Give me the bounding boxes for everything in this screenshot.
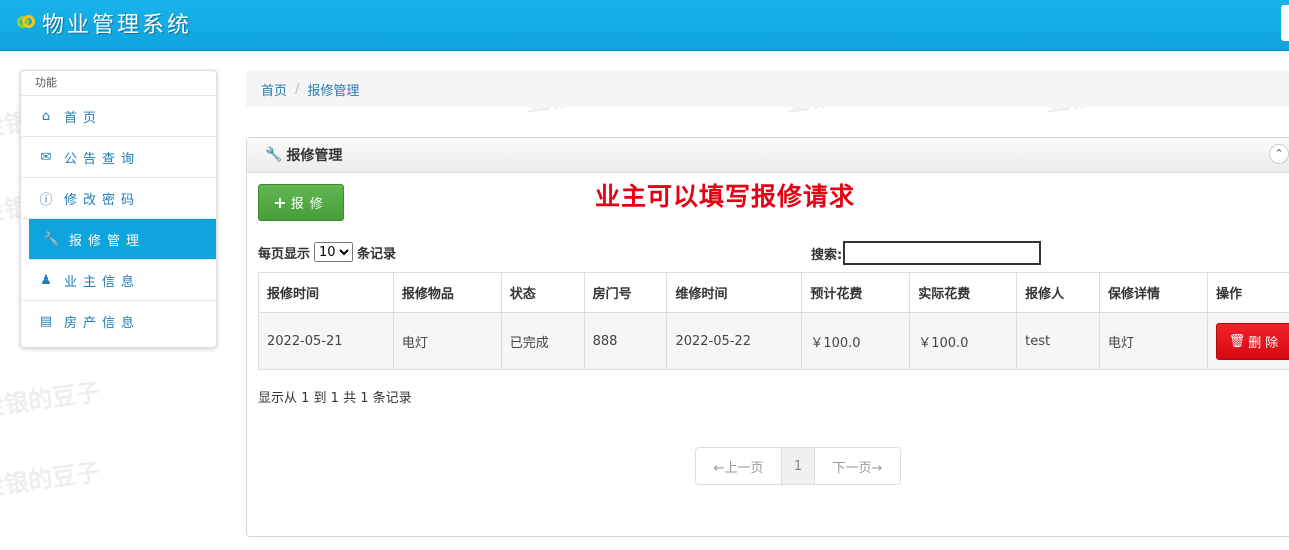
search-control: 搜索:: [811, 241, 1042, 265]
add-repair-label: 报修: [290, 197, 329, 212]
delete-label: 删除: [1248, 335, 1283, 351]
column-header[interactable]: 房门号: [583, 272, 668, 313]
sidebar-item-property-info[interactable]: ▤ 房产信息: [22, 301, 215, 342]
page-length-prefix: 每页显示: [258, 246, 311, 262]
info-icon: ⓘ: [39, 192, 53, 208]
sidebar-item-label: 业主信息: [64, 274, 141, 290]
sidebar-item-label: 公告查询: [64, 151, 141, 167]
sidebar-item-change-password[interactable]: ⓘ 修改密码: [22, 178, 215, 219]
breadcrumb-home-link[interactable]: 首页: [261, 80, 287, 99]
list-icon: ▤: [39, 314, 53, 329]
watermark: 金银的豆子: [0, 457, 102, 503]
table-header-row: 报修时间 报修物品 状态 房门号 维修时间 预计花费 实际花费 报修人 保修详情…: [258, 272, 1289, 313]
table-row: 2022-05-21 电灯 已完成 888 2022-05-22 ￥100.0 …: [258, 312, 1289, 370]
collapse-chevron-up-icon[interactable]: ⌃: [1269, 144, 1289, 164]
breadcrumb-current[interactable]: 报修管理: [307, 80, 359, 99]
search-label: 搜索:: [811, 247, 843, 263]
panel-header: 🔧 报修管理: [247, 138, 1289, 173]
next-page-button[interactable]: 下一页→: [815, 448, 900, 484]
breadcrumb-separator: /: [295, 81, 300, 97]
sidebar-item-label: 首页: [64, 110, 103, 126]
user-icon: ♟: [40, 272, 52, 288]
column-header[interactable]: 保修详情: [1099, 272, 1208, 313]
repair-panel: 🔧 报修管理 ⌃ + 报修 业主可以填写报修请求 每页显示 10 条记录 搜索:…: [246, 137, 1289, 537]
trash-icon: 🗑: [1228, 333, 1246, 349]
watermark: 金银的豆子: [0, 377, 102, 423]
repair-table: 报修时间 报修物品 状态 房门号 维修时间 预计花费 实际花费 报修人 保修详情…: [258, 272, 1289, 370]
page-length-select[interactable]: 10: [314, 242, 354, 262]
cell-status: 已完成: [500, 312, 585, 370]
cell-details: 电灯: [1099, 312, 1208, 370]
sidebar-item-label: 修改密码: [64, 192, 141, 208]
app-logo: 物业管理系统: [16, 7, 192, 39]
plus-icon: +: [273, 193, 287, 212]
envelope-icon: ✉: [40, 149, 52, 165]
cell-repair-time: 2022-05-22: [666, 312, 803, 370]
search-input[interactable]: [843, 241, 1042, 265]
header-right-control[interactable]: [1281, 5, 1289, 41]
column-header: 操作: [1207, 272, 1289, 313]
annotation-text: 业主可以填写报修请求: [595, 182, 856, 211]
sidebar-item-home[interactable]: ⌂ 首页: [22, 96, 215, 137]
delete-button[interactable]: 🗑 删除: [1216, 322, 1289, 360]
sidebar-item-announcements[interactable]: ✉ 公告查询: [22, 137, 215, 178]
home-icon: ⌂: [41, 108, 51, 124]
table-info: 显示从 1 到 1 共 1 条记录: [258, 391, 412, 406]
cell-estimated-cost: ￥100.0: [801, 312, 911, 370]
cell-item: 电灯: [392, 312, 502, 370]
breadcrumb: 首页 / 报修管理: [246, 71, 1289, 107]
add-repair-button[interactable]: + 报修: [258, 184, 344, 221]
pagination: ←上一页 1 下一页→: [695, 447, 901, 485]
sidebar-item-label: 房产信息: [64, 316, 141, 331]
column-header[interactable]: 报修物品: [392, 272, 502, 313]
cell-actions: 🗑 删除: [1207, 312, 1289, 370]
column-header[interactable]: 实际花费: [909, 272, 1018, 313]
sidebar: 功能 ⌂ 首页 ✉ 公告查询 ⓘ 修改密码 🔧 报修管理 ♟ 业主信息 ▤ 房产…: [20, 70, 217, 348]
cell-actual-cost: ￥100.0: [909, 312, 1018, 370]
sidebar-heading: 功能: [21, 71, 216, 96]
wrench-icon: 🔧: [43, 231, 60, 247]
wrench-icon: 🔧: [265, 147, 283, 163]
cell-reporter: test: [1016, 312, 1101, 370]
column-header[interactable]: 状态: [500, 272, 585, 313]
prev-page-button[interactable]: ←上一页: [696, 448, 781, 484]
column-header[interactable]: 预计花费: [801, 272, 911, 313]
sidebar-item-label: 报修管理: [69, 233, 146, 249]
cell-report-time: 2022-05-21: [258, 312, 394, 370]
panel-title: 报修管理: [286, 148, 343, 164]
page-number-button[interactable]: 1: [781, 448, 815, 484]
sidebar-item-owner-info[interactable]: ♟ 业主信息: [22, 260, 215, 301]
column-header[interactable]: 报修时间: [258, 272, 394, 313]
app-title: 物业管理系统: [42, 13, 193, 38]
page-length-control: 每页显示 10 条记录: [258, 242, 396, 262]
column-header[interactable]: 维修时间: [666, 272, 803, 313]
logo-rings-icon: [16, 12, 38, 34]
page-length-suffix: 条记录: [357, 246, 397, 262]
cell-room: 888: [583, 312, 668, 370]
top-header: 物业管理系统: [0, 0, 1289, 51]
sidebar-item-repair-management[interactable]: 🔧 报修管理: [29, 219, 216, 260]
column-header[interactable]: 报修人: [1016, 272, 1101, 313]
